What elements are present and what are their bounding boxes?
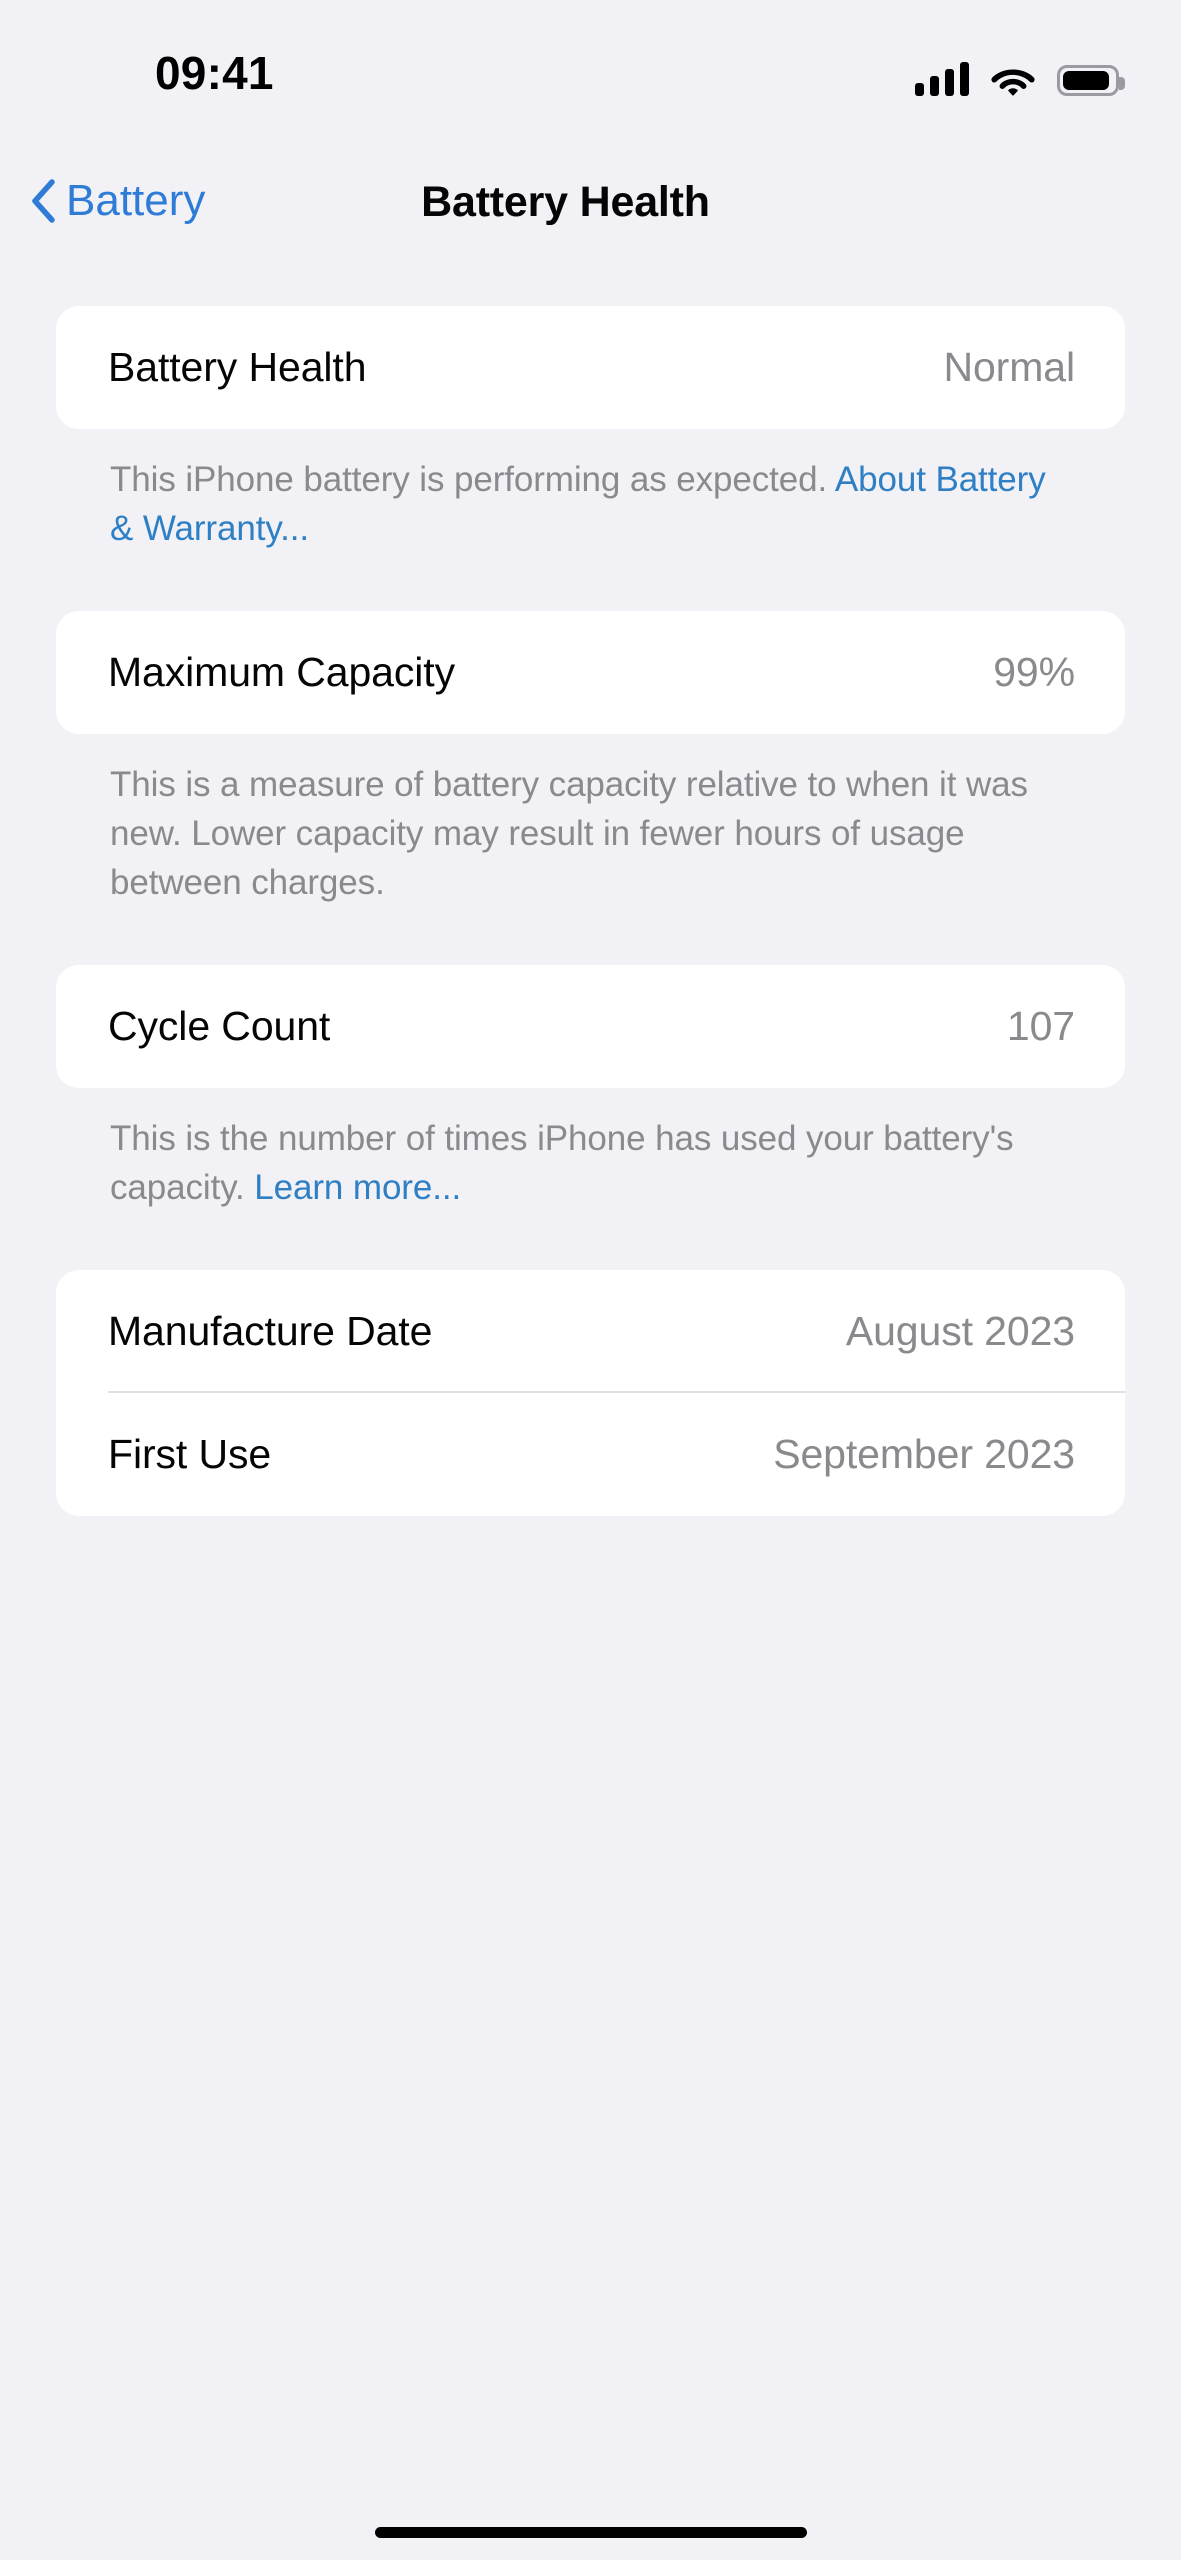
learn-more-link[interactable]: Learn more... bbox=[254, 1168, 461, 1207]
footer-text: This is the number of times iPhone has u… bbox=[110, 1119, 1014, 1207]
section-cycle-count: Cycle Count 107 bbox=[56, 965, 1125, 1088]
status-bar-icons bbox=[915, 52, 1125, 96]
footer-battery-health: This iPhone battery is performing as exp… bbox=[0, 429, 1120, 553]
row-label: Manufacture Date bbox=[108, 1308, 433, 1354]
row-label: Cycle Count bbox=[108, 1003, 331, 1049]
battery-fill bbox=[1063, 71, 1109, 90]
section-battery-dates: Manufacture Date August 2023 First Use S… bbox=[56, 1270, 1125, 1516]
iphone-screen: 09:41 Battery Battery Health Battery Hea… bbox=[0, 0, 1181, 2560]
row-value: September 2023 bbox=[773, 1431, 1075, 1477]
footer-text: This iPhone battery is performing as exp… bbox=[110, 460, 835, 499]
footer-cycle-count: This is the number of times iPhone has u… bbox=[0, 1088, 1120, 1212]
home-indicator[interactable] bbox=[374, 2527, 807, 2538]
footer-maximum-capacity: This is a measure of battery capacity re… bbox=[0, 734, 1120, 907]
settings-list: Battery Health Normal This iPhone batter… bbox=[0, 306, 1181, 1516]
status-bar: 09:41 bbox=[0, 0, 1181, 150]
section-maximum-capacity: Maximum Capacity 99% bbox=[56, 611, 1125, 734]
wifi-icon bbox=[991, 69, 1035, 96]
row-value: Normal bbox=[943, 344, 1075, 390]
battery-cap bbox=[1119, 77, 1125, 90]
row-maximum-capacity[interactable]: Maximum Capacity 99% bbox=[56, 611, 1125, 734]
row-label: Battery Health bbox=[108, 344, 367, 390]
row-label: Maximum Capacity bbox=[108, 649, 455, 695]
cellular-signal-icon bbox=[915, 62, 969, 96]
status-bar-time: 09:41 bbox=[155, 47, 274, 99]
page-title: Battery Health bbox=[421, 178, 710, 226]
row-battery-health[interactable]: Battery Health Normal bbox=[56, 306, 1125, 429]
row-cycle-count[interactable]: Cycle Count 107 bbox=[56, 965, 1125, 1088]
navigation-bar: Battery Battery Health bbox=[0, 172, 1181, 272]
row-value: 107 bbox=[1006, 1003, 1075, 1049]
battery-icon bbox=[1057, 65, 1125, 96]
section-battery-health: Battery Health Normal bbox=[56, 306, 1125, 429]
row-value: 99% bbox=[993, 649, 1075, 695]
footer-text: This is a measure of battery capacity re… bbox=[110, 765, 1028, 902]
row-label: First Use bbox=[108, 1431, 272, 1477]
row-manufacture-date[interactable]: Manufacture Date August 2023 bbox=[56, 1270, 1125, 1393]
row-first-use[interactable]: First Use September 2023 bbox=[56, 1393, 1125, 1516]
row-value: August 2023 bbox=[845, 1308, 1075, 1354]
